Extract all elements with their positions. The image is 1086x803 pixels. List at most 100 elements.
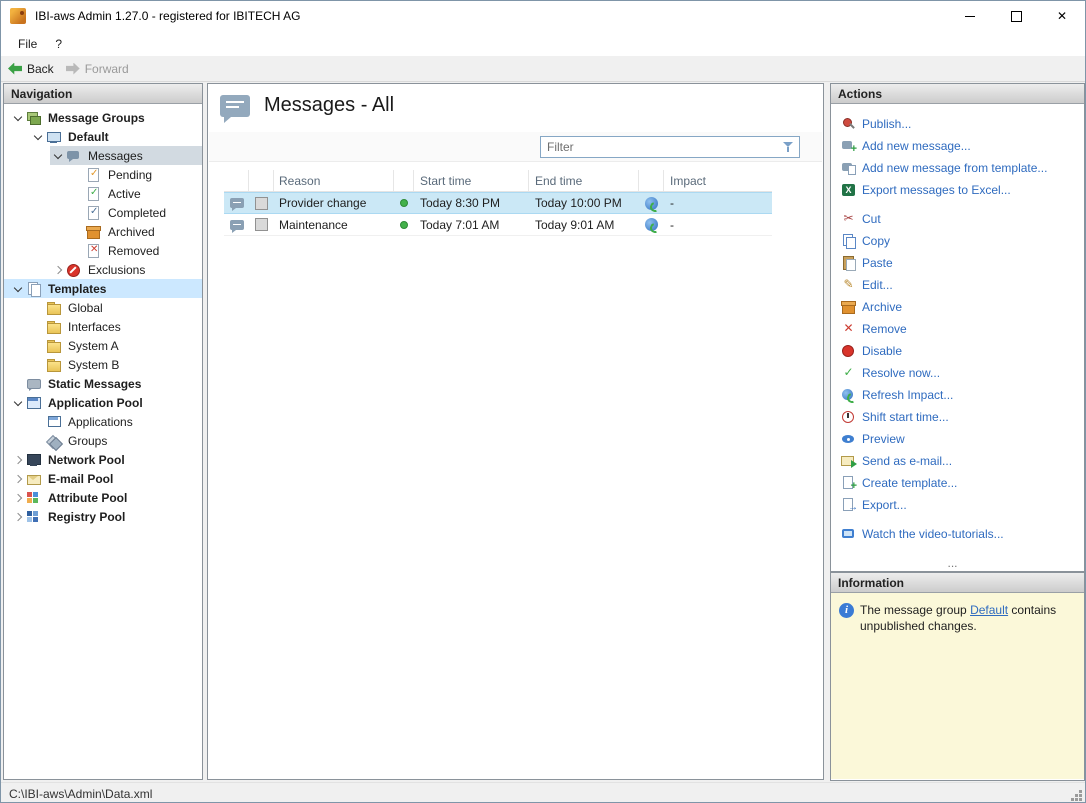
action-cut[interactable]: Cut [841,208,1084,230]
pending-icon [86,168,101,182]
tree-item-removed[interactable]: Removed [4,241,202,260]
action-export-to-excel[interactable]: Export messages to Excel... [841,179,1084,201]
menu-file[interactable]: File [9,34,46,54]
chevron-right-icon[interactable] [10,509,26,525]
action-disable[interactable]: Disable [841,340,1084,362]
resize-grip[interactable] [1079,798,1082,801]
chevron-down-icon[interactable] [10,110,26,126]
col-impact[interactable]: Impact [664,170,772,191]
menu-bar: File ? [1,31,1085,56]
actions-overflow[interactable]: ... [831,556,1074,570]
filter-input[interactable] [540,136,800,158]
cell-end-time: Today 10:00 PM [529,193,639,213]
tree-item-applications[interactable]: Applications [4,412,202,431]
tree-item-email-pool[interactable]: E-mail Pool [4,469,202,488]
action-resolve-now[interactable]: Resolve now... [841,362,1084,384]
tree-item-active[interactable]: Active [4,184,202,203]
actions-list: Publish... Add new message... Add new me… [831,104,1084,570]
chevron-down-icon[interactable] [10,281,26,297]
forward-button[interactable]: Forward [66,62,129,76]
tree-item-default[interactable]: Default [4,127,202,146]
filter-band [209,132,822,162]
back-button[interactable]: Back [8,62,54,76]
action-publish[interactable]: Publish... [841,113,1084,135]
action-label: Create template... [862,476,957,490]
maximize-button[interactable] [993,1,1039,31]
tree-item-exclusions[interactable]: Exclusions [4,260,202,279]
default-group-link[interactable]: Default [970,603,1008,617]
tree-label: Templates [44,282,110,296]
col-reason[interactable]: Reason [274,170,394,191]
messages-page-icon [220,95,250,117]
action-add-message-from-template[interactable]: Add new message from template... [841,157,1084,179]
tree-item-global[interactable]: Global [4,298,202,317]
actions-panel: Actions Publish... Add new message... Ad… [830,83,1085,572]
close-button[interactable] [1039,1,1085,31]
col-start-time[interactable]: Start time [414,170,529,191]
action-label: Archive [862,300,902,314]
action-send-as-email[interactable]: Send as e-mail... [841,450,1084,472]
tree-item-registry-pool[interactable]: Registry Pool [4,507,202,526]
col-end-time[interactable]: End time [529,170,639,191]
minimize-button[interactable] [947,1,993,31]
action-refresh-impact[interactable]: Refresh Impact... [841,384,1084,406]
tree-item-templates[interactable]: Templates [4,279,202,298]
impact-globe-icon [645,197,658,210]
action-preview[interactable]: Preview [841,428,1084,450]
chevron-down-icon[interactable] [50,148,66,164]
tree-item-interfaces[interactable]: Interfaces [4,317,202,336]
tree-item-groups[interactable]: Groups [4,431,202,450]
action-edit[interactable]: Edit... [841,274,1084,296]
table-header-row: Reason Start time End time Impact [224,170,772,192]
action-add-new-message[interactable]: Add new message... [841,135,1084,157]
filter-wrap [540,136,800,158]
back-arrow-icon [8,63,22,75]
archive-icon [841,300,856,314]
action-watch-video-tutorials[interactable]: Watch the video-tutorials... [841,523,1084,545]
tree-item-system-a[interactable]: System A [4,336,202,355]
action-label: Resolve now... [862,366,940,380]
tree-label: Message Groups [44,111,149,125]
tree-item-attribute-pool[interactable]: Attribute Pool [4,488,202,507]
information-panel: Information The message group Default co… [830,572,1085,781]
action-export[interactable]: Export... [841,494,1084,516]
tree-label: Archived [104,225,159,239]
action-remove[interactable]: Remove [841,318,1084,340]
preview-icon [841,432,856,446]
chevron-right-icon[interactable] [10,452,26,468]
navigation-panel: Navigation Message Groups Default Messag… [3,83,203,780]
active-icon [86,187,101,201]
action-create-template[interactable]: Create template... [841,472,1084,494]
filter-funnel-icon[interactable] [782,141,794,153]
chevron-right-icon[interactable] [10,490,26,506]
action-paste[interactable]: Paste [841,252,1084,274]
chevron-right-icon[interactable] [50,262,66,278]
chevron-down-icon[interactable] [10,395,26,411]
tree-label: Messages [84,149,147,163]
tree-item-static-messages[interactable]: Static Messages [4,374,202,393]
table-row[interactable]: Provider change Today 8:30 PM Today 10:0… [224,192,772,214]
tree-label: Application Pool [44,396,147,410]
action-copy[interactable]: Copy [841,230,1084,252]
action-archive[interactable]: Archive [841,296,1084,318]
row-checkbox[interactable] [255,218,268,231]
tree-item-application-pool[interactable]: Application Pool [4,393,202,412]
tree-item-messages[interactable]: Messages [4,146,202,165]
create-template-icon [841,476,856,490]
menu-help[interactable]: ? [46,34,71,54]
tree-item-system-b[interactable]: System B [4,355,202,374]
table-row[interactable]: Maintenance Today 7:01 AM Today 9:01 AM … [224,214,772,236]
tree-item-message-groups[interactable]: Message Groups [4,108,202,127]
tree-item-pending[interactable]: Pending [4,165,202,184]
action-shift-start-time[interactable]: Shift start time... [841,406,1084,428]
info-icon [839,603,854,618]
chevron-down-icon[interactable] [30,129,46,145]
tree-item-archived[interactable]: Archived [4,222,202,241]
tree-item-completed[interactable]: Completed [4,203,202,222]
col-impact-icon [639,170,664,191]
chevron-right-icon[interactable] [10,471,26,487]
tree-item-network-pool[interactable]: Network Pool [4,450,202,469]
paste-icon [841,256,856,270]
row-checkbox[interactable] [255,197,268,210]
action-label: Remove [862,322,907,336]
